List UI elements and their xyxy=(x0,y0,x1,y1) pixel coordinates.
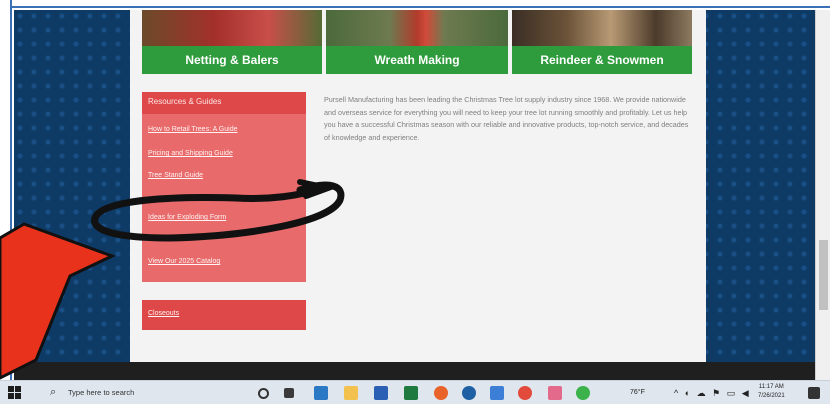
app-icon[interactable] xyxy=(548,386,562,400)
tile-label: Wreath Making xyxy=(326,46,508,74)
dropbox-icon[interactable] xyxy=(490,386,504,400)
window-left-border xyxy=(0,0,12,380)
page-footer-band xyxy=(14,362,815,380)
search-icon: ⌕ xyxy=(50,386,57,398)
category-tile-netting[interactable]: Netting & Balers xyxy=(142,10,322,74)
task-view-icon[interactable] xyxy=(284,388,294,398)
resources-sidebar: Resources & Guides How to Retail Trees: … xyxy=(142,92,306,282)
excel-icon[interactable] xyxy=(404,386,418,400)
sidebar-link-pricing-guide[interactable]: Pricing and Shipping Guide xyxy=(148,150,233,157)
sidebar-header: Resources & Guides xyxy=(142,92,306,114)
screenshot-frame: Netting & Balers Wreath Making Reindeer … xyxy=(0,0,830,404)
firefox-icon[interactable] xyxy=(434,386,448,400)
search-placeholder: Type here to search xyxy=(68,388,135,397)
sidebar-link-retail-guide[interactable]: How to Retail Trees: A Guide xyxy=(148,126,238,133)
clock-date: 7/26/2021 xyxy=(758,393,785,399)
category-tile-wreath[interactable]: Wreath Making xyxy=(326,10,508,74)
word-icon[interactable] xyxy=(374,386,388,400)
chrome-icon[interactable] xyxy=(518,386,532,400)
tile-label: Reindeer & Snowmen xyxy=(512,46,692,74)
sidebar-link-stand-guide[interactable]: Tree Stand Guide xyxy=(148,172,203,179)
category-tile-reindeer[interactable]: Reindeer & Snowmen xyxy=(512,10,692,74)
scrollbar-thumb[interactable] xyxy=(819,240,828,310)
windows-taskbar: ⌕ Type here to search 76°F ^ ◐ ☁ ⚑ ▭ ◀ 1… xyxy=(0,380,830,404)
sidebar-title: Resources & Guides xyxy=(148,97,222,106)
netting-image xyxy=(142,10,322,46)
sidebar-link-form[interactable]: Ideas for Exploding Form xyxy=(148,214,226,221)
system-tray: 76°F ^ ◐ ☁ ⚑ ▭ ◀ 11:17 AM 7/26/2021 xyxy=(630,383,800,401)
tile-label: Netting & Balers xyxy=(142,46,322,74)
file-explorer-icon[interactable] xyxy=(344,386,358,400)
window-top-border xyxy=(0,0,830,8)
closeouts-link[interactable]: Closeouts xyxy=(148,310,179,317)
closeouts-box: Closeouts xyxy=(142,300,306,330)
reindeer-image xyxy=(512,10,692,46)
cortana-icon[interactable] xyxy=(258,388,269,399)
sidebar-link-catalog[interactable]: View Our 2025 Catalog xyxy=(148,258,220,265)
intro-paragraph: Pursell Manufacturing has been leading t… xyxy=(324,95,689,142)
store-icon[interactable] xyxy=(314,386,328,400)
tray-icons[interactable]: ^ ◐ ☁ ⚑ ▭ ◀ xyxy=(674,388,751,399)
notifications-icon[interactable] xyxy=(808,387,820,399)
clock-time: 11:17 AM xyxy=(758,384,784,390)
clock[interactable]: 11:17 AM 7/26/2021 xyxy=(758,383,785,401)
taskbar-search-box[interactable]: ⌕ Type here to search xyxy=(44,383,244,403)
weather-readout[interactable]: 76°F xyxy=(630,389,645,396)
vertical-scrollbar[interactable] xyxy=(815,10,830,380)
windows-start-icon[interactable] xyxy=(8,386,22,400)
browser-icon[interactable] xyxy=(462,386,476,400)
wreath-image xyxy=(326,10,508,46)
chat-icon[interactable] xyxy=(576,386,590,400)
page-content: Netting & Balers Wreath Making Reindeer … xyxy=(130,10,706,362)
